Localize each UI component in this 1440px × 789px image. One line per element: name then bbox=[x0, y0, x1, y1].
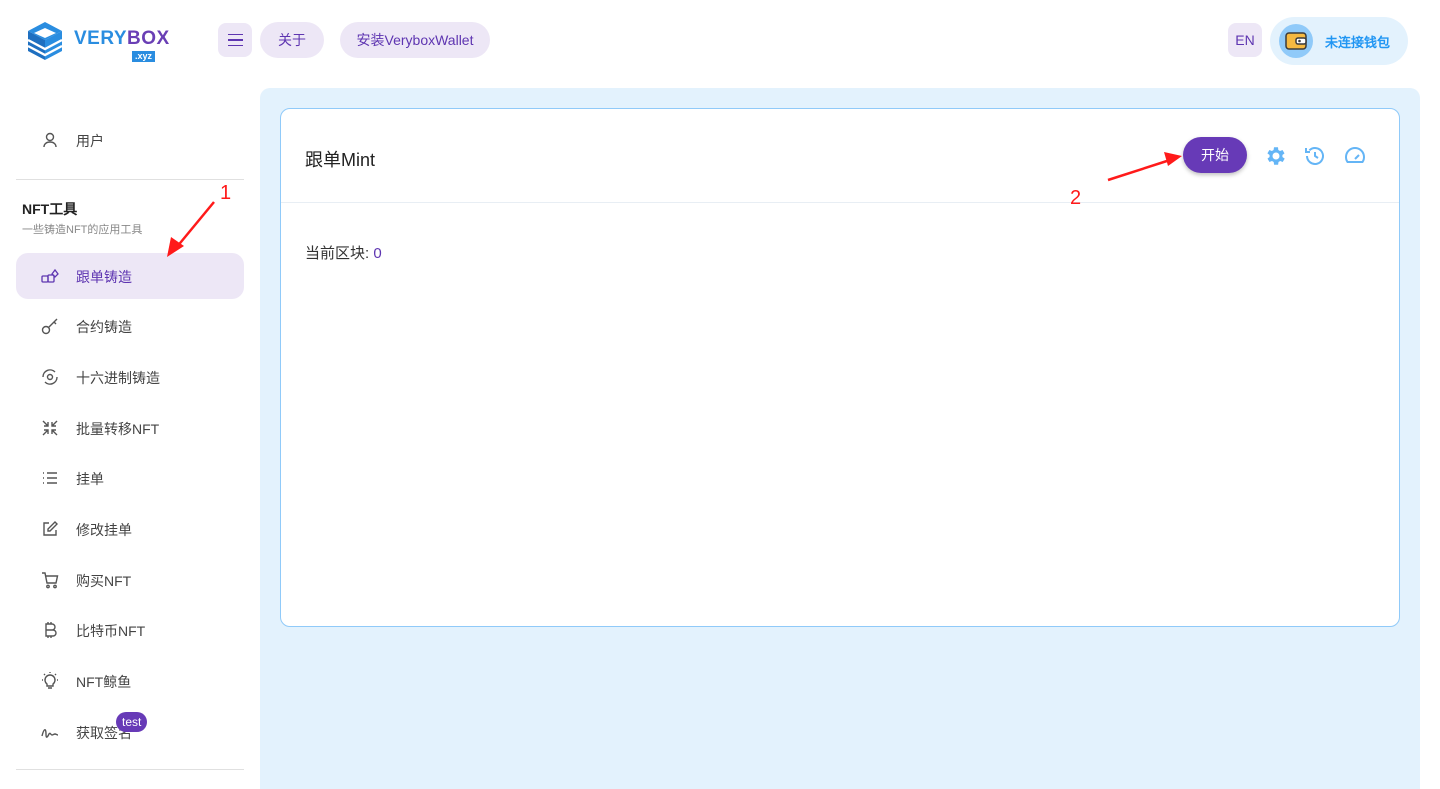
about-button[interactable]: 关于 bbox=[260, 22, 324, 58]
wallet-status-label: 未连接钱包 bbox=[1325, 35, 1391, 50]
speedometer-icon[interactable] bbox=[1343, 144, 1367, 168]
section-title: NFT工具 bbox=[22, 201, 78, 217]
sidebar-item-user[interactable]: 用户 bbox=[16, 117, 244, 163]
current-block-line: 当前区块: 0 bbox=[305, 242, 382, 263]
sidebar-item-label: 挂单 bbox=[76, 471, 104, 487]
sidebar-item-label: 跟单铸造 bbox=[76, 269, 132, 285]
sidebar-item-follow-mint[interactable]: 跟单铸造 bbox=[16, 253, 244, 299]
user-icon bbox=[43, 132, 57, 148]
list-icon bbox=[43, 472, 57, 484]
hamburger-icon-line bbox=[227, 39, 243, 41]
sidebar-item-label: NFT鲸鱼 bbox=[76, 674, 132, 690]
sidebar-item-label: 修改挂单 bbox=[76, 522, 132, 538]
sidebar-item-listing[interactable]: 挂单 bbox=[16, 455, 244, 501]
refresh-circle-icon bbox=[42, 369, 58, 385]
logo-wordmark: VERYBOX bbox=[74, 28, 170, 50]
annotation-number-2: 2 bbox=[1070, 187, 1082, 209]
sidebar-item-label: 批量转移NFT bbox=[76, 421, 160, 437]
logo-cube-icon bbox=[27, 22, 63, 60]
hamburger-icon-line bbox=[227, 44, 243, 47]
current-block-label: 当前区块: bbox=[305, 245, 374, 262]
start-button[interactable]: 开始 bbox=[1183, 137, 1247, 173]
bitcoin-icon bbox=[45, 622, 57, 638]
section-subtitle: 一些铸造NFT的应用工具 bbox=[22, 224, 143, 236]
top-header: VERYBOX .xyz 关于 安装VeryboxWallet EN 未连接钱包 bbox=[0, 0, 1440, 82]
settings-gear-icon[interactable] bbox=[1263, 144, 1287, 168]
sidebar-item-hex-mint[interactable]: 十六进制铸造 bbox=[16, 354, 244, 400]
logo-box: BOX bbox=[127, 28, 170, 49]
edit-icon bbox=[43, 521, 58, 536]
test-badge: test bbox=[116, 712, 148, 732]
connect-wallet-button[interactable]: 未连接钱包 bbox=[1270, 17, 1408, 65]
sidebar-divider bbox=[16, 769, 244, 770]
sidebar-item-edit-listing[interactable]: 修改挂单 bbox=[16, 506, 244, 552]
language-button[interactable]: EN bbox=[1228, 23, 1262, 57]
card-title: 跟单Mint bbox=[305, 150, 376, 170]
logo-very: VERY bbox=[74, 28, 128, 49]
history-icon[interactable] bbox=[1303, 144, 1327, 168]
sidebar-item-bitcoin-nft[interactable]: 比特币NFT bbox=[16, 607, 244, 653]
menu-toggle-button[interactable] bbox=[218, 23, 252, 57]
sidebar-item-buy-nft[interactable]: 购买NFT bbox=[16, 557, 244, 603]
current-block-value: 0 bbox=[373, 245, 382, 262]
sidebar-item-label: 比特币NFT bbox=[76, 623, 146, 639]
follow-mint-card: 跟单Mint 开始 当前区块: 0 bbox=[280, 108, 1400, 627]
sidebar-item-batch-transfer[interactable]: 批量转移NFT bbox=[16, 405, 244, 451]
annotation-number-1: 1 bbox=[220, 182, 232, 204]
sidebar-divider bbox=[16, 179, 244, 180]
logo-xyz: .xyz bbox=[132, 51, 156, 62]
hamburger-icon-line bbox=[227, 33, 243, 36]
install-wallet-button[interactable]: 安装VeryboxWallet bbox=[340, 22, 490, 58]
sidebar-item-label: 合约铸造 bbox=[76, 319, 132, 335]
sidebar-item-label: 购买NFT bbox=[76, 573, 132, 589]
card-divider bbox=[281, 202, 1399, 203]
mint-follow-icon bbox=[41, 268, 59, 283]
cart-icon bbox=[42, 572, 59, 589]
wallet-icon bbox=[1279, 24, 1313, 58]
sidebar-item-contract-mint[interactable]: 合约铸造 bbox=[16, 303, 244, 349]
sidebar-item-nft-whale[interactable]: NFT鲸鱼 bbox=[16, 658, 244, 704]
arrows-in-icon bbox=[42, 420, 58, 436]
sidebar-item-label: 十六进制铸造 bbox=[76, 370, 160, 386]
bulb-icon bbox=[42, 672, 58, 689]
signature-icon bbox=[41, 729, 59, 738]
key-icon bbox=[41, 318, 58, 335]
verybox-logo[interactable]: VERYBOX .xyz bbox=[26, 20, 169, 62]
sidebar-item-label: 用户 bbox=[76, 133, 104, 149]
